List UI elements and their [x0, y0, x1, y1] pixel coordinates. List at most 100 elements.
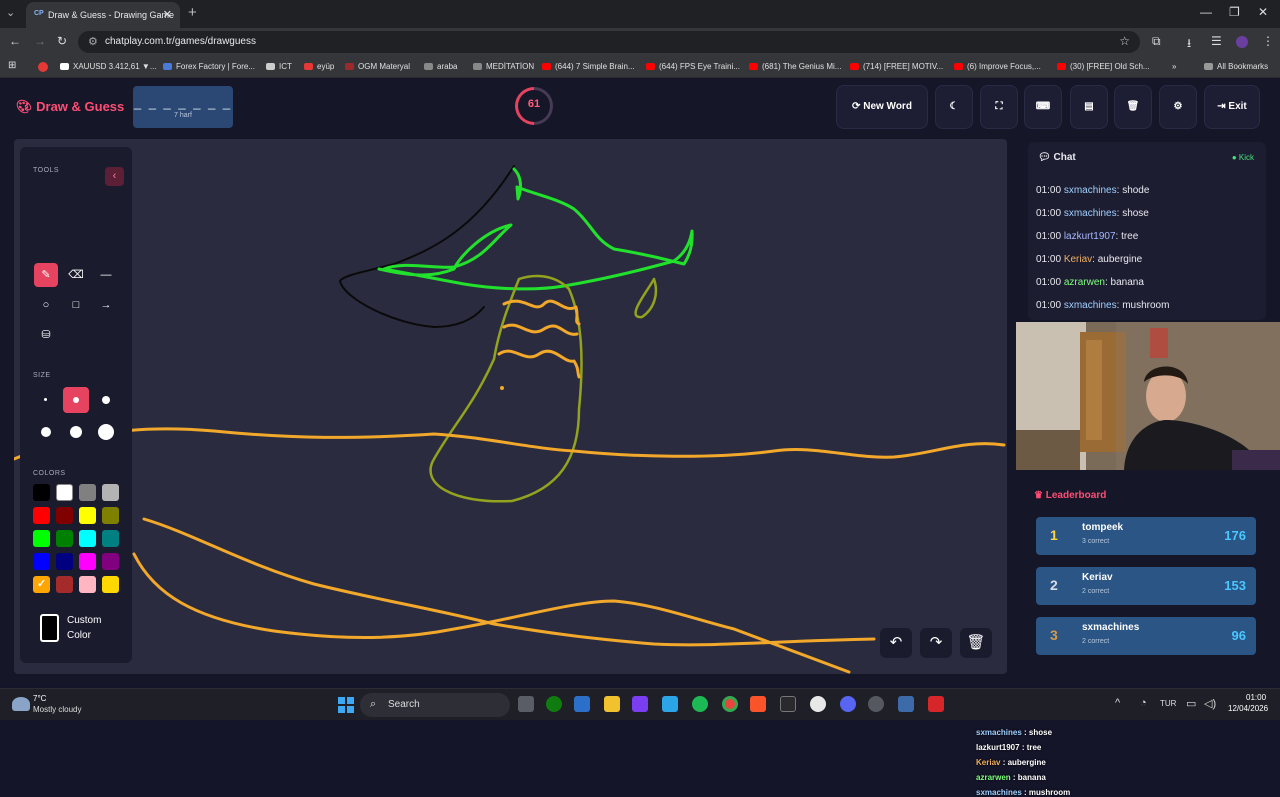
downloads-icon[interactable]: ⭳: [1187, 34, 1191, 55]
fill-tool[interactable]: ⛁: [34, 323, 58, 347]
chat-user[interactable]: sxmachines: [1064, 208, 1117, 219]
size-xl-button[interactable]: [63, 419, 89, 445]
settings-button[interactable]: ⚙: [1159, 85, 1197, 129]
collapse-panel-button[interactable]: ‹: [105, 167, 124, 186]
start-icon[interactable]: [338, 697, 354, 713]
chat-user[interactable]: sxmachines: [1064, 300, 1117, 311]
arrow-tool[interactable]: →: [94, 293, 118, 317]
back-icon[interactable]: ←: [9, 34, 21, 48]
clear-button[interactable]: 🗑︎: [1114, 85, 1152, 129]
bookmark-item[interactable]: ICT: [266, 62, 292, 71]
copilot-icon[interactable]: [662, 696, 678, 712]
archive-button[interactable]: ▤: [1070, 85, 1108, 129]
omnibox[interactable]: ⚙ chatplay.com.tr/games/drawguess ☆: [78, 31, 1140, 53]
chatgpt-icon[interactable]: [810, 696, 826, 712]
custom-color-label[interactable]: Custom Color: [67, 613, 127, 643]
color-swatch[interactable]: [33, 553, 50, 570]
line-tool[interactable]: —: [94, 263, 118, 287]
url-text[interactable]: chatplay.com.tr/games/drawguess: [105, 36, 256, 47]
size-s-button[interactable]: [63, 387, 89, 413]
app-icon-blue[interactable]: [898, 696, 914, 712]
chrome-icon[interactable]: [722, 696, 738, 712]
color-swatch[interactable]: [33, 507, 50, 524]
dark-mode-button[interactable]: ☾: [935, 85, 973, 129]
close-window-icon[interactable]: ✕: [1258, 5, 1268, 19]
chat-user[interactable]: sxmachines: [1064, 185, 1117, 196]
bookmark-item[interactable]: XAUUSD 3.412,61 ▼...: [60, 62, 157, 71]
keyboard-button[interactable]: ⌨: [1024, 85, 1062, 129]
color-swatch[interactable]: [79, 530, 96, 547]
network-icon[interactable]: ▭: [1186, 697, 1196, 710]
color-swatch[interactable]: [102, 530, 119, 547]
color-swatch[interactable]: [102, 576, 119, 593]
language-indicator[interactable]: TUR: [1160, 699, 1176, 708]
size-l-button[interactable]: [33, 419, 59, 445]
spotify-icon[interactable]: [692, 696, 708, 712]
chrome-menu-icon[interactable]: ⋮: [1262, 34, 1274, 48]
color-swatch[interactable]: [56, 553, 73, 570]
chat-user[interactable]: Keriav: [1064, 254, 1092, 265]
color-swatch[interactable]: [56, 507, 73, 524]
size-m-button[interactable]: [93, 387, 119, 413]
xbox-icon[interactable]: [546, 696, 562, 712]
weather-icon[interactable]: [12, 697, 30, 711]
weather-desc[interactable]: Mostly cloudy: [33, 705, 81, 714]
bookmark-item[interactable]: (644) 7 Simple Brain...: [542, 62, 635, 71]
fullscreen-button[interactable]: ⛶: [980, 85, 1018, 129]
color-swatch[interactable]: [79, 484, 96, 501]
bookmark-item[interactable]: (681) The Genius Mi...: [749, 62, 841, 71]
color-swatch[interactable]: [56, 530, 73, 547]
chat-user[interactable]: azrarwen: [1064, 277, 1105, 288]
discord-icon[interactable]: [840, 696, 856, 712]
color-swatch[interactable]: [79, 553, 96, 570]
weather-temp[interactable]: 7°C: [33, 694, 46, 703]
all-bookmarks[interactable]: All Bookmarks: [1204, 62, 1268, 71]
color-swatch[interactable]: [79, 507, 96, 524]
color-swatch[interactable]: [33, 530, 50, 547]
color-swatch[interactable]: [102, 507, 119, 524]
apps-grid-icon[interactable]: ⊞: [8, 60, 16, 71]
custom-color-swatch[interactable]: [40, 614, 59, 642]
bookmark-item[interactable]: (30) [FREE] Old Sch...: [1057, 62, 1150, 71]
rectangle-tool[interactable]: □: [64, 293, 88, 317]
close-tab-icon[interactable]: ✕: [163, 8, 172, 21]
new-tab-icon[interactable]: +: [188, 4, 197, 21]
store-icon[interactable]: [574, 696, 590, 712]
bookmark-item[interactable]: eyüp: [304, 62, 334, 71]
redo-button[interactable]: ↷: [920, 628, 952, 658]
file-explorer-icon[interactable]: [604, 696, 620, 712]
color-swatch[interactable]: [79, 576, 96, 593]
new-word-button[interactable]: ⟳ New Word: [836, 85, 928, 129]
app-icon-purple[interactable]: [632, 696, 648, 712]
bookmark-profile-icon[interactable]: [38, 62, 52, 73]
size-xs-button[interactable]: [33, 387, 59, 413]
clear-canvas-button[interactable]: 🗑︎: [960, 628, 992, 658]
color-swatch[interactable]: ✓: [33, 576, 50, 593]
bookmark-item[interactable]: OGM Materyal: [345, 62, 410, 71]
color-swatch[interactable]: [56, 576, 73, 593]
bookmark-star-icon[interactable]: ☆: [1119, 34, 1130, 48]
brave-icon[interactable]: [750, 696, 766, 712]
bookmark-item[interactable]: (644) FPS Eye Traini...: [646, 62, 740, 71]
bookmark-item[interactable]: (714) [FREE] MOTIV...: [850, 62, 943, 71]
tradingview-icon[interactable]: [780, 696, 796, 712]
volume-icon[interactable]: ◁): [1204, 697, 1216, 710]
bookmark-item[interactable]: MEDİTATİON: [473, 62, 534, 71]
color-swatch[interactable]: [56, 484, 73, 501]
task-view-icon[interactable]: [518, 696, 534, 712]
exit-button[interactable]: ⇥ Exit: [1204, 85, 1260, 129]
size-xxl-button[interactable]: [93, 419, 119, 445]
reading-list-icon[interactable]: ☰: [1211, 34, 1222, 48]
taskbar-search[interactable]: ⌕ Search: [360, 693, 510, 717]
bookmark-item[interactable]: araba: [424, 62, 457, 71]
bookmarks-overflow-icon[interactable]: »: [1172, 62, 1176, 71]
bookmark-item[interactable]: Forex Factory | Fore...: [163, 62, 255, 71]
undo-button[interactable]: ↶: [880, 628, 912, 658]
wifi-icon[interactable]: ◔: [1140, 697, 1147, 709]
tray-overflow-icon[interactable]: ^: [1115, 697, 1120, 709]
site-info-icon[interactable]: ⚙: [88, 35, 98, 48]
browser-tab-drawguess[interactable]: CP Draw & Guess - Drawing Game ✕: [26, 2, 180, 28]
tab-search-icon[interactable]: ⌄: [6, 6, 15, 19]
circle-tool[interactable]: ○: [34, 293, 58, 317]
app-icon-red[interactable]: [928, 696, 944, 712]
